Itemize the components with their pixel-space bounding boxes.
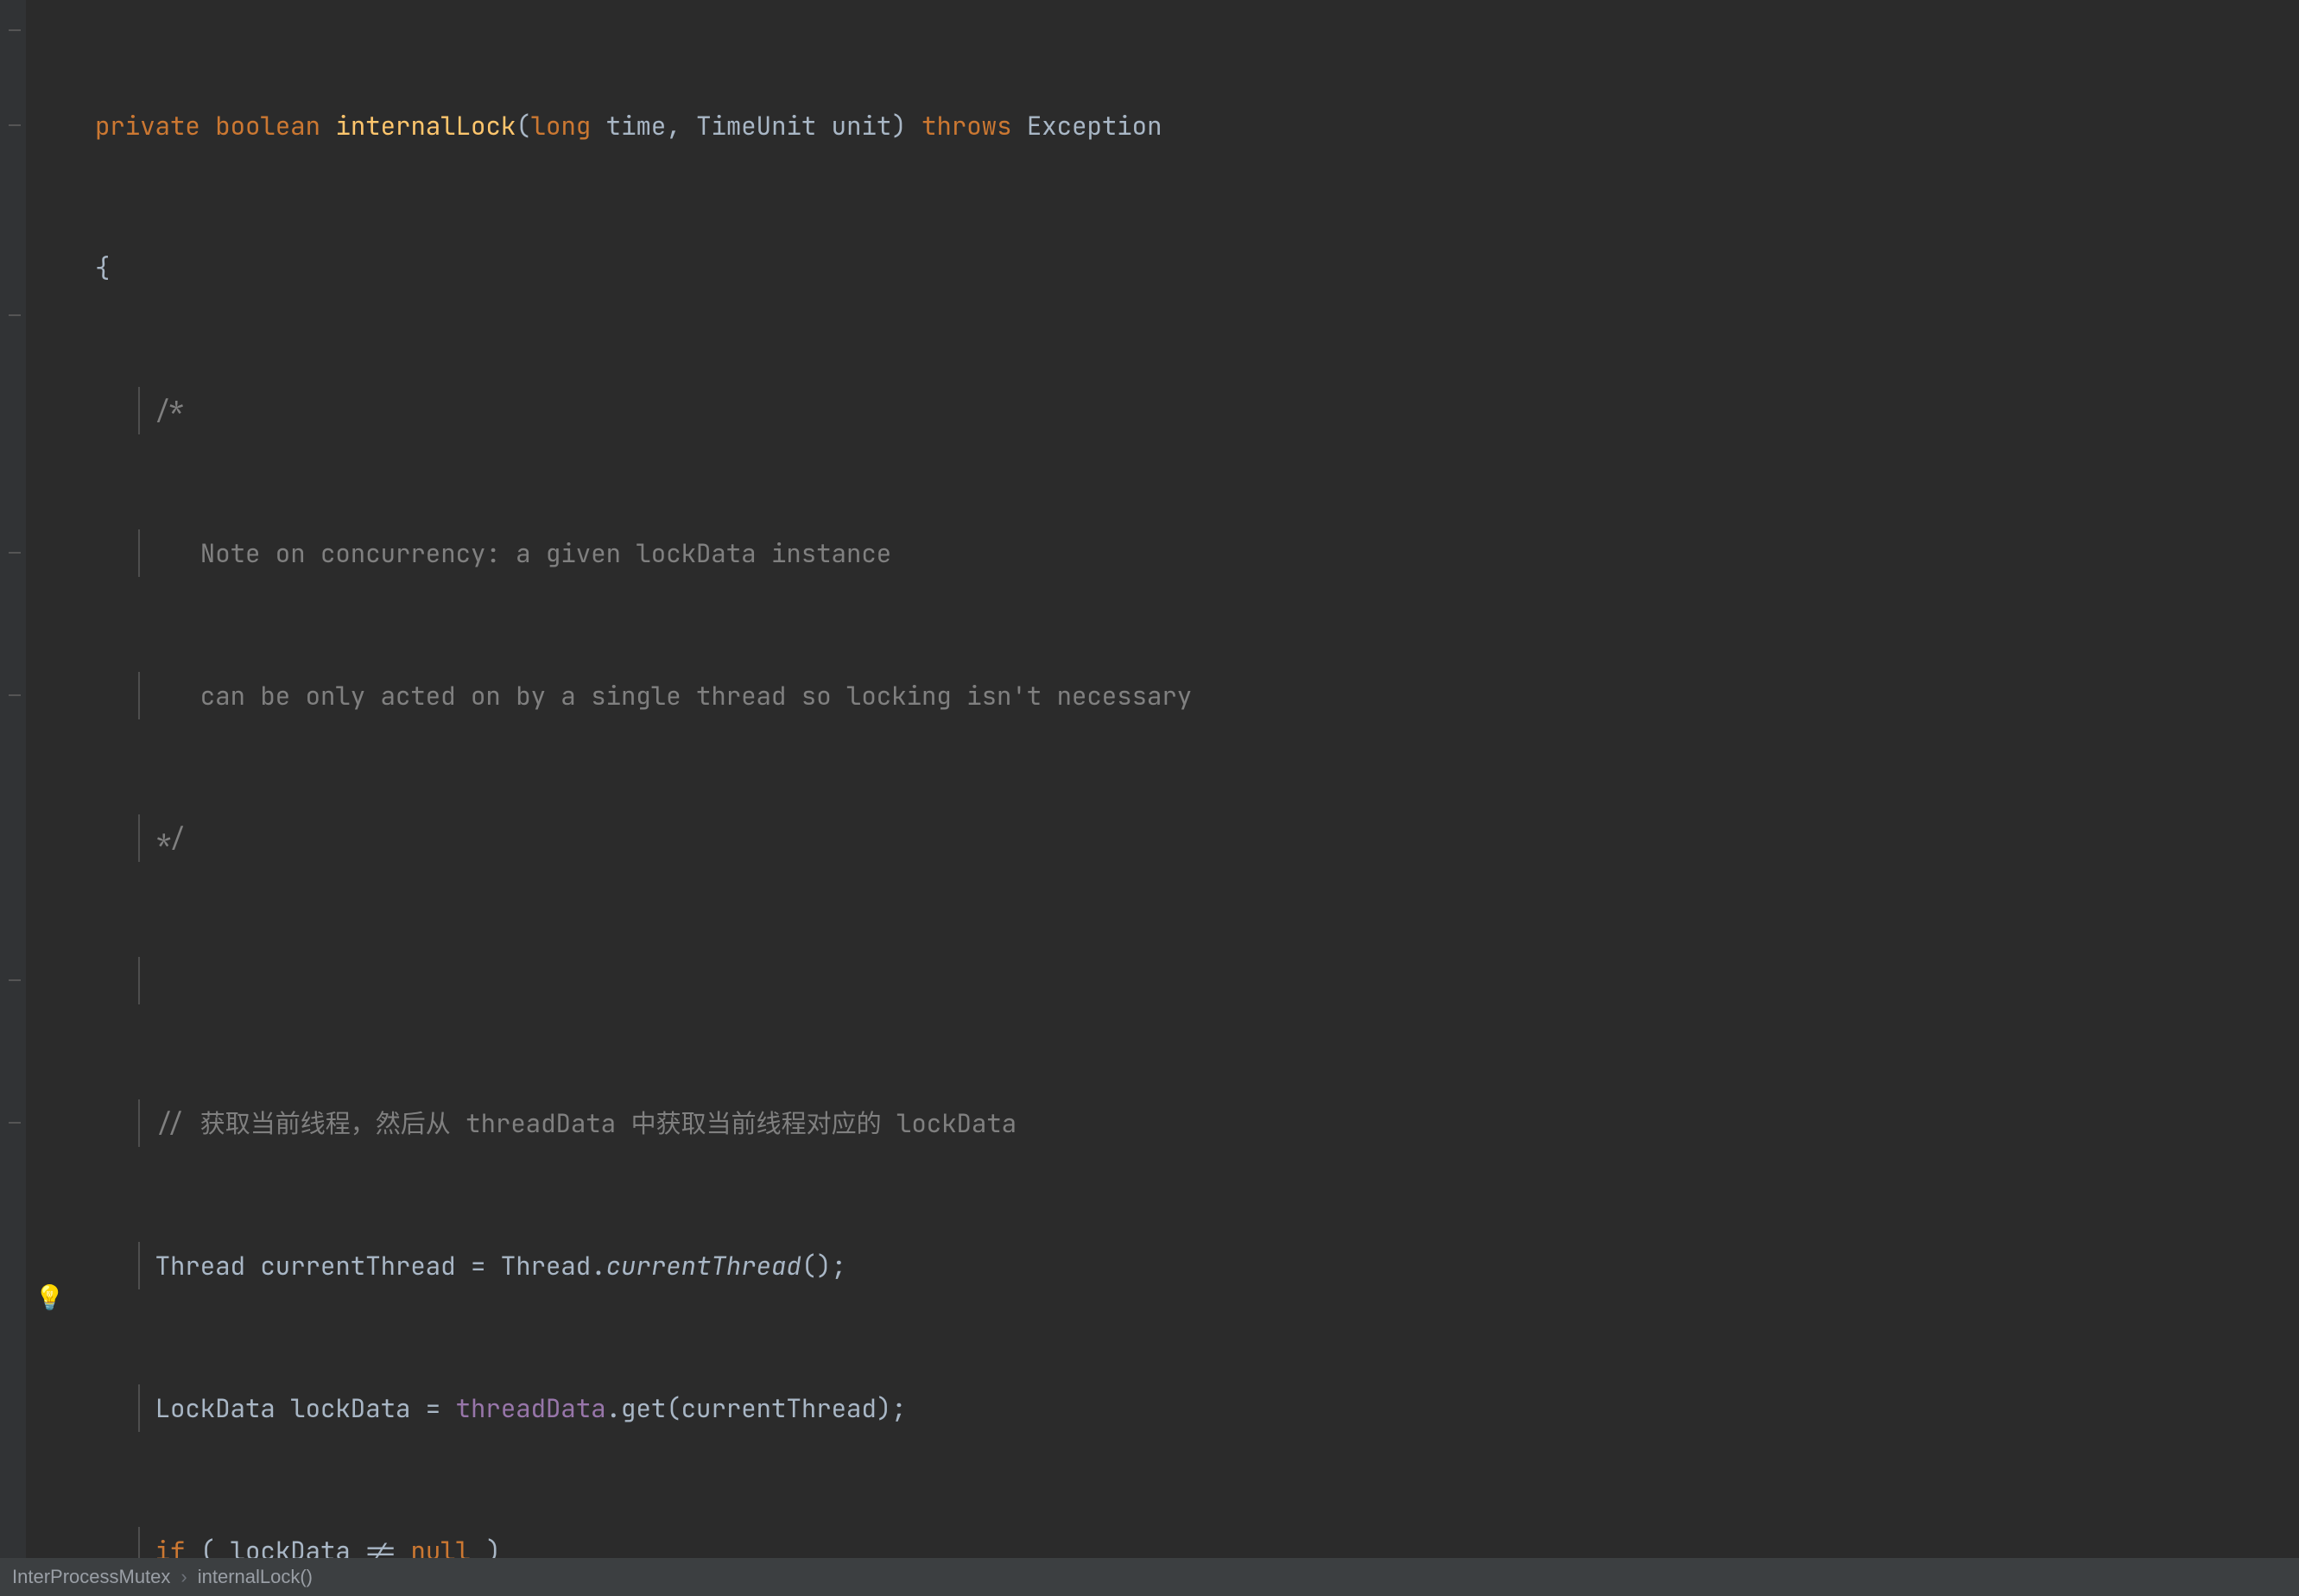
breadcrumb-class[interactable]: InterProcessMutex bbox=[12, 1566, 170, 1588]
code-line: can be only acted on by a single thread … bbox=[26, 672, 2299, 719]
code-line bbox=[26, 957, 2299, 1004]
code-area[interactable]: private boolean internalLock(long time, … bbox=[26, 7, 2299, 1596]
code-line: */ bbox=[26, 814, 2299, 862]
code-line: Thread currentThread = Thread.currentThr… bbox=[26, 1242, 2299, 1289]
code-line: // 获取当前线程，然后从 threadData 中获取当前线程对应的 lock… bbox=[26, 1099, 2299, 1147]
code-editor[interactable]: 💡 private boolean internalLock(long time… bbox=[0, 0, 2299, 1558]
breadcrumb-method[interactable]: internalLock() bbox=[198, 1566, 313, 1588]
chevron-right-icon: › bbox=[180, 1566, 187, 1588]
code-line: private boolean internalLock(long time, … bbox=[26, 102, 2299, 149]
code-line: Note on concurrency: a given lockData in… bbox=[26, 529, 2299, 577]
code-line: { bbox=[26, 244, 2299, 292]
breadcrumb: InterProcessMutex › internalLock() bbox=[0, 1558, 2299, 1596]
code-line: /* bbox=[26, 387, 2299, 434]
fold-marks bbox=[9, 0, 26, 1558]
code-line: LockData lockData = threadData.get(curre… bbox=[26, 1384, 2299, 1432]
